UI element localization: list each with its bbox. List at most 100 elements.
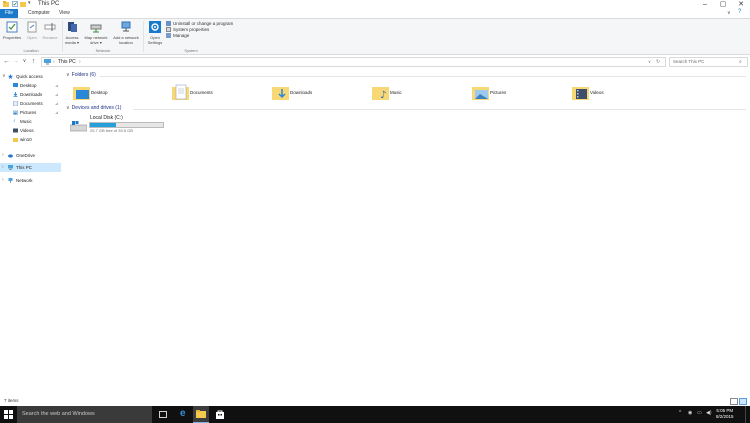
videos-folder-icon — [572, 87, 589, 100]
open-settings-button[interactable]: Open Settings — [145, 21, 165, 45]
ribbon-tabs: File Computer View ∨ ? — [0, 9, 750, 19]
properties-icon — [6, 21, 18, 33]
chevron-right-icon[interactable]: › — [2, 163, 4, 172]
nav-item-music[interactable]: ♪ Music — [0, 117, 61, 126]
folder-desktop[interactable]: Desktop — [73, 84, 167, 104]
drives-section: ∨ Devices and drives (1) — [66, 105, 121, 112]
folder-videos[interactable]: Videos — [572, 84, 666, 104]
edge-button[interactable]: e — [176, 406, 192, 423]
drive-name: Local Disk (C:) — [90, 115, 123, 121]
documents-icon — [13, 101, 18, 106]
map-network-drive-button[interactable]: Map network drive ▾ — [84, 21, 108, 45]
task-view-button[interactable] — [155, 406, 171, 423]
title-bar: ▾ This PC – ▢ ✕ — [0, 0, 750, 9]
file-explorer-icon — [196, 410, 206, 418]
volume-icon[interactable]: ◀) — [706, 410, 712, 416]
rename-icon — [44, 23, 56, 31]
breadcrumb-separator: › — [53, 59, 55, 65]
new-folder-quick-icon[interactable] — [20, 1, 26, 7]
store-icon — [216, 410, 224, 419]
store-button[interactable] — [212, 406, 228, 423]
action-center-icon[interactable]: ◉ — [688, 410, 692, 416]
windows-start-icon[interactable] — [4, 410, 13, 419]
minimize-button[interactable]: – — [696, 0, 714, 9]
address-dropdown-icon[interactable]: ∨ — [648, 58, 651, 66]
nav-item-win10[interactable]: win10 — [0, 135, 61, 144]
nav-item-downloads[interactable]: Downloads ⊿ — [0, 90, 61, 99]
folder-documents[interactable]: Documents — [172, 84, 266, 104]
up-arrow-icon[interactable]: ↑ — [29, 57, 38, 66]
folder-icon — [13, 138, 18, 142]
folders-header[interactable]: ∨ Folders (6) — [66, 72, 96, 79]
chevron-right-icon[interactable]: › — [2, 176, 4, 185]
file-explorer-button[interactable] — [193, 406, 209, 423]
nav-item-pictures[interactable]: Pictures ⊿ — [0, 108, 61, 117]
recent-locations-icon[interactable]: ∨ — [20, 57, 29, 66]
details-view-icon[interactable] — [730, 398, 738, 405]
close-button[interactable]: ✕ — [732, 0, 750, 9]
back-arrow-icon[interactable]: ← — [2, 57, 11, 66]
rename-button[interactable]: Rename — [41, 21, 59, 40]
nav-onedrive[interactable]: › OneDrive — [0, 151, 61, 160]
chevron-down-icon[interactable]: ∨ — [66, 105, 70, 111]
add-network-location-button[interactable]: Add a network location — [111, 21, 141, 45]
expand-ribbon-icon[interactable]: ∨ — [727, 10, 731, 16]
tab-computer[interactable]: Computer — [22, 9, 56, 18]
star-icon — [8, 74, 13, 79]
tab-view[interactable]: View — [53, 9, 76, 18]
nav-network[interactable]: › Network — [0, 176, 61, 185]
properties-quick-icon[interactable] — [12, 1, 18, 7]
chevron-right-icon[interactable]: › — [2, 151, 4, 160]
folder-music[interactable]: ♪ Music — [372, 84, 466, 104]
network-status-icon[interactable]: ▭ — [697, 410, 702, 416]
network-location-icon — [121, 21, 131, 32]
pin-icon: ⊿ — [55, 92, 59, 97]
forward-arrow-icon[interactable]: → — [11, 57, 20, 66]
large-icons-view-icon[interactable] — [739, 398, 747, 405]
cloud-icon — [8, 154, 13, 158]
open-button[interactable]: Open — [24, 21, 40, 40]
media-icon — [68, 22, 77, 32]
folder-downloads[interactable]: Downloads — [272, 84, 366, 104]
status-item-count: 7 items — [4, 398, 19, 403]
properties-button[interactable]: Properties — [2, 21, 22, 40]
access-media-button[interactable]: Access media ▾ — [63, 21, 81, 45]
show-desktop-button[interactable] — [745, 406, 746, 423]
maximize-button[interactable]: ▢ — [714, 0, 732, 9]
computer-icon — [44, 59, 51, 65]
chevron-down-icon[interactable]: ▾ — [28, 0, 31, 6]
address-bar[interactable]: › This PC › ∨ ↻ — [41, 57, 666, 67]
manage-button[interactable]: Manage — [166, 33, 246, 39]
nav-item-videos[interactable]: Videos — [0, 126, 61, 135]
folder-pictures[interactable]: Pictures — [472, 84, 566, 104]
nav-quick-access[interactable]: ∨ Quick access — [0, 72, 61, 81]
drive-usage-fill — [90, 123, 116, 127]
taskbar-search-box[interactable]: Search the web and Windows — [17, 406, 152, 423]
chevron-down-icon[interactable]: ∨ — [2, 72, 6, 81]
group-label-system: System — [184, 48, 198, 53]
music-icon: ♪ — [13, 118, 16, 124]
pictures-icon — [13, 110, 18, 115]
drive-local-disk[interactable]: Local Disk (C:) 25.7 GB free of 39.5 GB — [70, 115, 170, 137]
search-icon: ⌕ — [739, 59, 742, 65]
show-hidden-icons-icon[interactable]: ^ — [679, 410, 681, 416]
tab-file[interactable]: File — [0, 9, 18, 18]
drives-header[interactable]: ∨ Devices and drives (1) — [66, 105, 121, 112]
documents-folder-icon — [172, 84, 189, 100]
open-icon — [27, 21, 37, 33]
svg-text:♪: ♪ — [380, 90, 386, 101]
help-icon[interactable]: ? — [738, 9, 741, 15]
search-placeholder: Search This PC — [673, 59, 705, 64]
chevron-down-icon[interactable]: ∨ — [66, 72, 70, 78]
breadcrumb-this-pc[interactable]: This PC — [58, 58, 76, 66]
nav-this-pc[interactable]: › This PC — [0, 163, 61, 172]
section-divider — [133, 109, 746, 110]
taskbar-clock[interactable]: 5:05 PM 8/2/2015 — [716, 408, 734, 420]
refresh-icon[interactable]: ↻ — [656, 58, 660, 66]
folder-icon — [3, 1, 9, 7]
search-input[interactable]: Search This PC ⌕ — [669, 57, 748, 67]
nav-item-documents[interactable]: Documents ⊿ — [0, 99, 61, 108]
group-label-network: Network — [95, 48, 111, 53]
navigation-pane: ∨ Quick access Desktop ⊿ Downloads ⊿ Doc… — [0, 70, 62, 392]
nav-item-desktop[interactable]: Desktop ⊿ — [0, 81, 61, 90]
